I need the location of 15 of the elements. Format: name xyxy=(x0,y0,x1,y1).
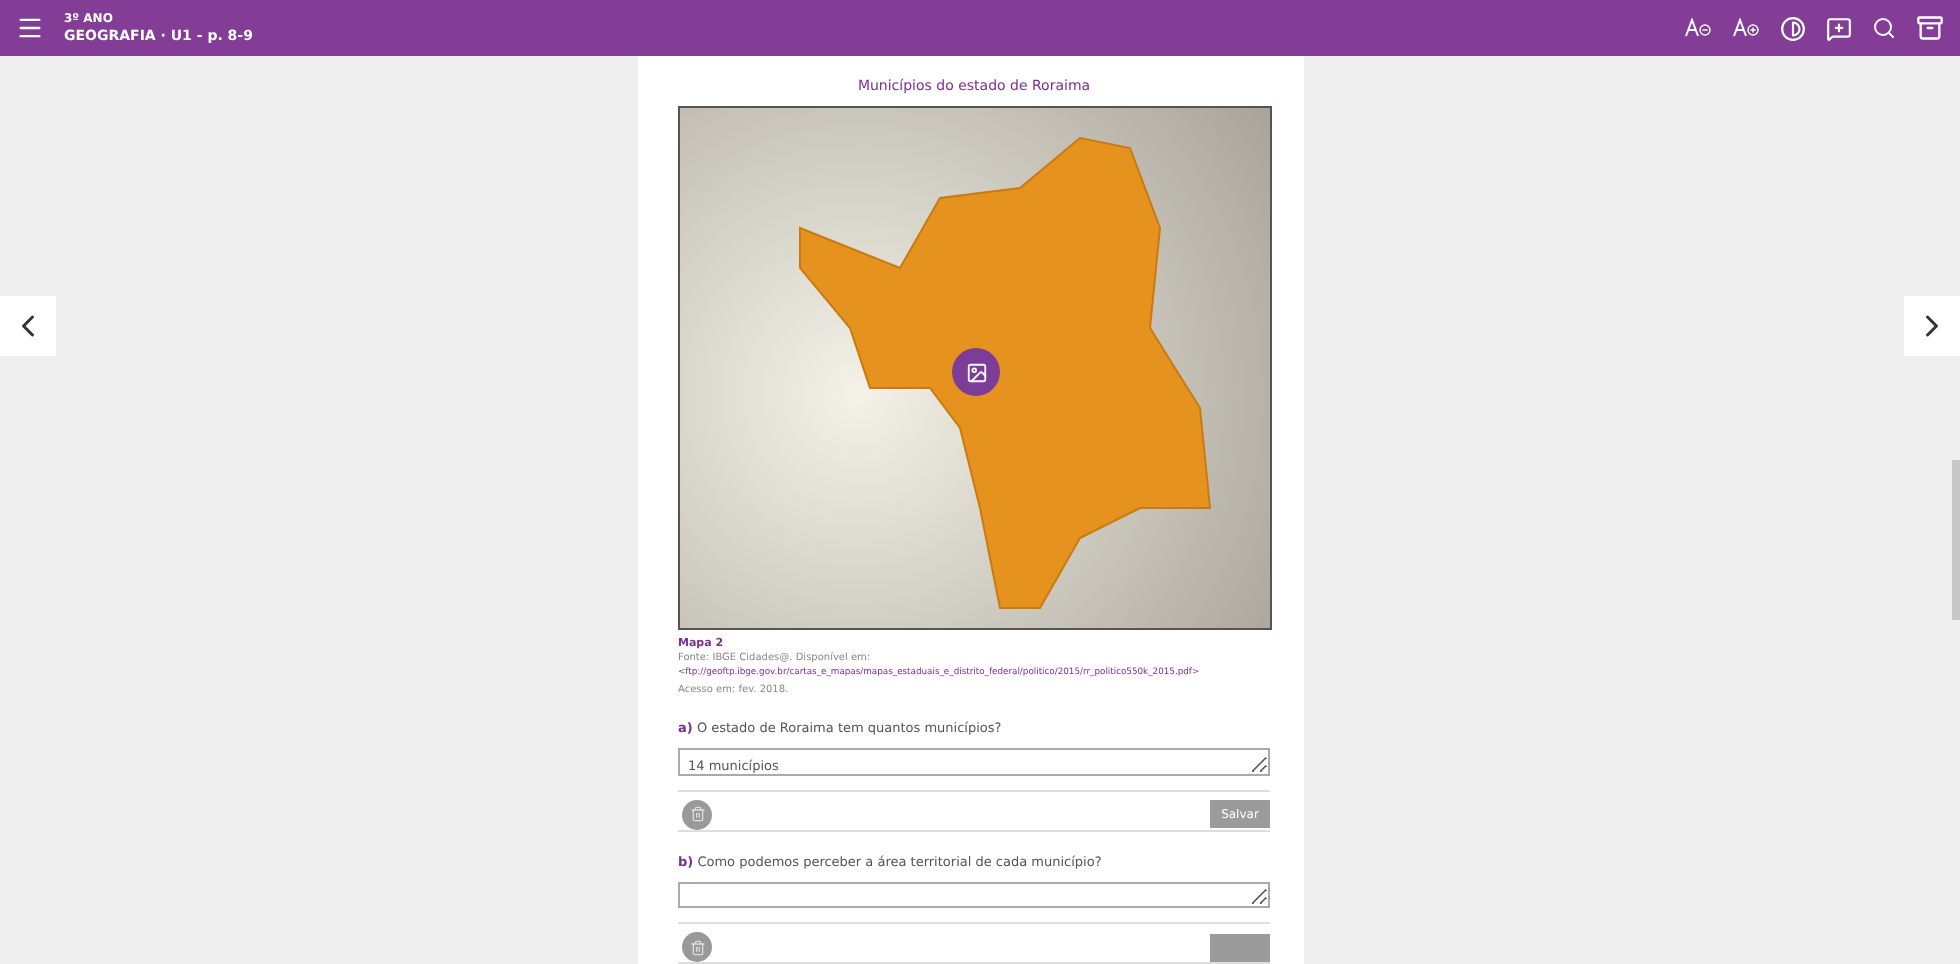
menu-icon[interactable] xyxy=(16,14,44,42)
trash-icon[interactable] xyxy=(682,799,712,829)
decrease-font-icon[interactable] xyxy=(1684,18,1712,38)
answer-field[interactable] xyxy=(678,881,1270,908)
image-icon xyxy=(965,361,987,383)
increase-font-icon[interactable] xyxy=(1732,18,1760,38)
trash-icon[interactable] xyxy=(682,932,712,962)
scrollbar[interactable] xyxy=(1952,460,1960,620)
archive-icon[interactable] xyxy=(1916,14,1944,42)
search-icon[interactable] xyxy=(1872,16,1896,40)
save-button[interactable] xyxy=(1210,933,1270,961)
previous-page-button[interactable] xyxy=(0,296,56,356)
next-page-button[interactable] xyxy=(1904,296,1960,356)
contrast-icon[interactable] xyxy=(1780,15,1806,41)
add-note-icon[interactable] xyxy=(1826,15,1852,41)
